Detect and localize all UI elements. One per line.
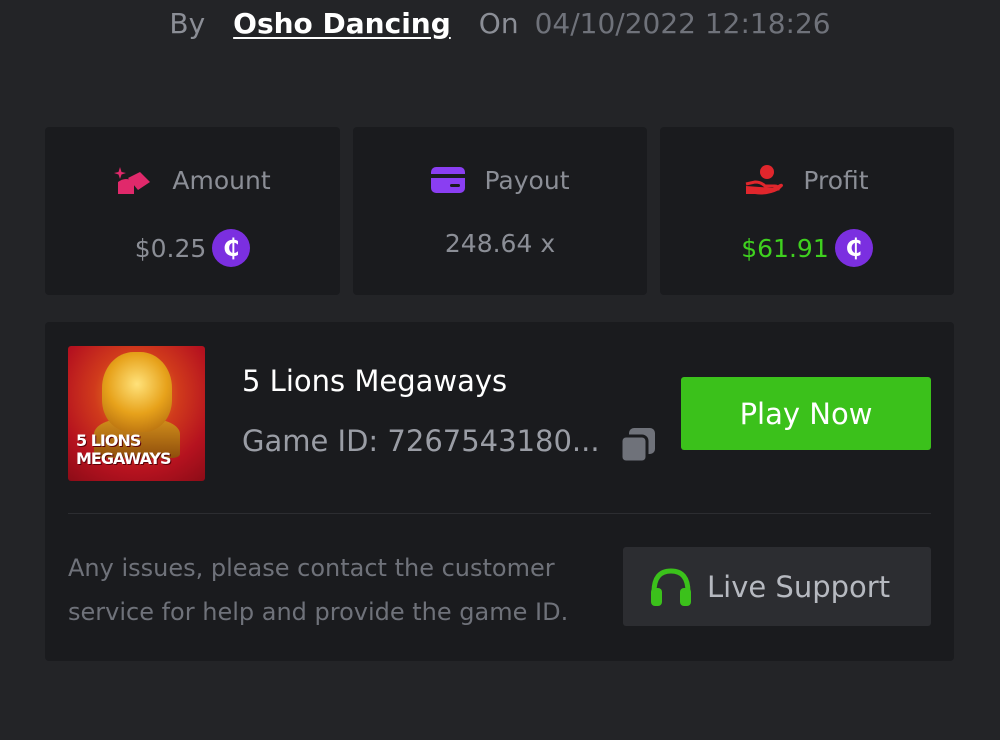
amount-header: Amount	[45, 163, 340, 197]
payout-header: Payout	[353, 163, 647, 197]
amount-value: $0.25	[134, 233, 207, 263]
copy-icon[interactable]	[619, 426, 657, 464]
hand-coin-icon	[746, 165, 784, 195]
lion-statue-head	[102, 352, 172, 432]
on-label: On	[478, 6, 519, 40]
username-link[interactable]: Osho Dancing	[233, 7, 451, 40]
live-support-button[interactable]: Live Support	[623, 547, 931, 626]
card-icon	[431, 167, 466, 193]
bet-meta: By Osho Dancing On 04/10/2022 12:18:26	[0, 0, 1000, 46]
profit-value: $61.91	[741, 233, 829, 263]
game-panel: 5 LIONS MEGAWAYS 5 Lions Megaways Game I…	[45, 322, 954, 661]
amount-card: Amount $0.25 ₵	[45, 127, 340, 295]
payout-value: 248.64 x	[444, 229, 556, 258]
help-text: Any issues, please contact the customer …	[68, 554, 569, 626]
headset-icon	[651, 567, 691, 606]
amount-value-row: $0.25 ₵	[45, 229, 340, 267]
payout-value-row: 248.64 x	[353, 229, 647, 258]
thumbnail-title: 5 LIONS MEGAWAYS	[76, 431, 172, 468]
coin-icon: ₵	[834, 229, 873, 267]
amount-icon	[114, 167, 151, 194]
profit-value-row: $61.91 ₵	[660, 229, 954, 267]
divider	[68, 513, 931, 514]
game-title: 5 Lions Megaways	[242, 364, 508, 398]
amount-label: Amount	[172, 165, 271, 195]
profit-header: Profit	[660, 163, 954, 197]
by-label: By	[169, 6, 206, 40]
live-support-label: Live Support	[707, 569, 891, 604]
payout-card: Payout 248.64 x	[353, 127, 647, 295]
game-id: Game ID: 7267543180...	[242, 424, 600, 458]
coin-icon: ₵	[212, 229, 251, 267]
profit-card: Profit $61.91 ₵	[660, 127, 954, 295]
profit-label: Profit	[803, 165, 869, 195]
payout-label: Payout	[484, 165, 570, 195]
play-now-button[interactable]: Play Now	[681, 377, 931, 450]
bet-datetime: 04/10/2022 12:18:26	[534, 6, 831, 40]
game-thumbnail[interactable]: 5 LIONS MEGAWAYS	[68, 346, 205, 481]
